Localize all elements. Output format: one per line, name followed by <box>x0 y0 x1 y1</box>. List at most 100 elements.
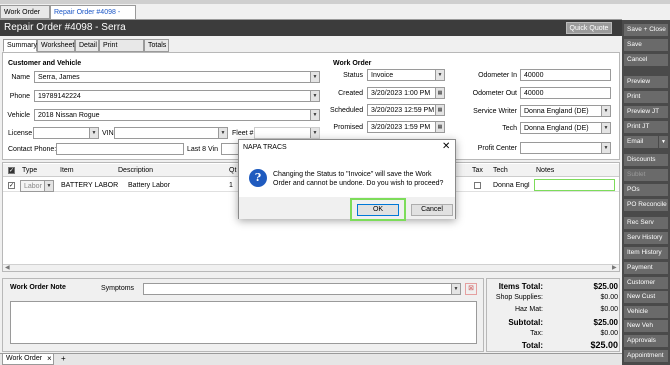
serv-history-button[interactable]: Serv History <box>624 232 668 244</box>
license-label: License <box>8 130 33 137</box>
appointment-button[interactable]: Appointment <box>624 350 668 362</box>
chevron-down-icon[interactable]: ▼ <box>89 128 98 138</box>
symptoms-select[interactable]: ▼ <box>143 283 461 295</box>
sublet-button[interactable]: Sublet <box>624 169 668 181</box>
chevron-down-icon[interactable]: ▼ <box>601 143 610 153</box>
close-icon[interactable]: ✕ <box>442 141 450 153</box>
new-cust-button[interactable]: New Cust <box>624 291 668 303</box>
vin-field[interactable]: ▼ <box>114 127 228 139</box>
shop-supplies-label: Shop Supplies: <box>495 294 543 301</box>
scheduled-field[interactable]: 3/20/2023 12:59 PM ▦ <box>367 104 445 116</box>
calendar-icon[interactable]: ▦ <box>435 88 444 98</box>
chevron-down-icon[interactable]: ▼ <box>601 106 610 116</box>
vehicle-button[interactable]: Vehicle <box>624 306 668 318</box>
tab-totals[interactable]: Totals <box>144 39 169 52</box>
new-veh-button[interactable]: New Veh <box>624 320 668 332</box>
row-tax-checkbox[interactable] <box>474 182 481 189</box>
tab-print-options[interactable]: Print Options <box>99 39 144 61</box>
chevron-down-icon[interactable]: ▼ <box>310 91 319 101</box>
col-tax[interactable]: Tax <box>472 165 483 176</box>
row-item: BATTERY LABOR <box>61 182 119 189</box>
chevron-down-icon[interactable]: ▼ <box>310 110 319 120</box>
discounts-button[interactable]: Discounts <box>624 154 668 166</box>
chevron-down-icon[interactable]: ▼ <box>451 284 460 294</box>
email-dropdown-icon[interactable]: ▼ <box>659 136 668 148</box>
horizontal-scrollbar[interactable] <box>3 264 619 271</box>
row-type-select[interactable]: Labor ▼ <box>20 180 54 192</box>
promised-value: 3/20/2023 1:59 PM <box>371 124 431 131</box>
odometer-in-field[interactable]: 40000 <box>520 69 611 81</box>
customer-button[interactable]: Customer <box>624 277 668 289</box>
tab-worksheet[interactable]: Worksheet <box>37 39 75 52</box>
col-type[interactable]: Type <box>22 165 37 176</box>
vehicle-label: Vehicle <box>7 112 30 119</box>
preview-jt-button[interactable]: Preview JT <box>624 106 668 118</box>
tab-summary[interactable]: Summary <box>3 39 37 52</box>
tab-work-order-label: Work Order <box>6 355 43 362</box>
status-value: Invoice <box>371 72 394 79</box>
contact-phone-field[interactable] <box>56 143 184 155</box>
print-jt-button[interactable]: Print JT <box>624 121 668 133</box>
email-button[interactable]: Email <box>624 136 658 148</box>
chevron-down-icon[interactable]: ▼ <box>218 128 227 138</box>
fleet-label: Fleet # <box>232 130 254 137</box>
cancel-dialog-button[interactable]: Cancel <box>411 204 453 216</box>
quick-quote-button[interactable]: Quick Quote <box>566 22 612 34</box>
chevron-down-icon[interactable]: ▼ <box>435 70 444 80</box>
print-button[interactable]: Print <box>624 91 668 103</box>
phone-value: 19789142224 <box>38 93 81 100</box>
close-tab-icon[interactable]: × <box>47 354 52 364</box>
col-item[interactable]: Item <box>60 165 74 176</box>
calendar-icon[interactable]: ▦ <box>435 105 444 115</box>
odometer-out-field[interactable]: 40000 <box>520 87 611 99</box>
promised-field[interactable]: 3/20/2023 1:59 PM ▦ <box>367 121 445 133</box>
calendar-icon[interactable]: ▦ <box>435 122 444 132</box>
note-textarea[interactable] <box>10 301 477 344</box>
scroll-right-icon[interactable]: ▶ <box>612 264 617 271</box>
vin-label: VIN <box>102 130 114 137</box>
chevron-down-icon[interactable]: ▼ <box>601 123 610 133</box>
scheduled-value: 3/20/2023 12:59 PM <box>371 107 435 114</box>
scroll-left-icon[interactable]: ◀ <box>5 264 10 271</box>
haz-mat-value: $0.00 <box>600 306 618 313</box>
payment-button[interactable]: Payment <box>624 262 668 274</box>
clear-icon[interactable]: ⊠ <box>465 283 477 295</box>
cancel-button[interactable]: Cancel <box>624 54 668 66</box>
col-qty[interactable]: Qt <box>229 165 236 176</box>
save-close-button[interactable]: Save + Close <box>624 24 668 36</box>
tab-work-order-list[interactable]: Work Order List <box>0 5 50 29</box>
tech-select[interactable]: Donna England (DE) ▼ <box>520 122 611 134</box>
col-notes[interactable]: Notes <box>536 165 554 176</box>
odometer-in-label: Odometer In <box>478 72 517 79</box>
select-all-checkbox[interactable]: ✓ <box>8 167 15 174</box>
status-select[interactable]: Invoice ▼ <box>367 69 445 81</box>
chevron-down-icon[interactable]: ▼ <box>44 181 53 191</box>
add-tab-icon[interactable]: + <box>61 354 66 364</box>
row-checkbox[interactable]: ✓ <box>8 182 15 189</box>
profit-center-select[interactable]: ▼ <box>520 142 611 154</box>
phone-field[interactable]: 19789142224 ▼ <box>34 90 320 102</box>
row-type: Labor <box>24 183 42 190</box>
fleet-field[interactable]: ▼ <box>254 127 320 139</box>
approvals-button[interactable]: Approvals <box>624 335 668 347</box>
name-field[interactable]: Serra, James ▼ <box>34 71 320 83</box>
po-reconcile-button[interactable]: PO Reconcile <box>624 199 668 211</box>
col-description[interactable]: Description <box>118 165 153 176</box>
tab-repair-order[interactable]: Repair Order #4098 - Serra <box>50 5 136 29</box>
save-button[interactable]: Save <box>624 39 668 51</box>
tab-detail[interactable]: Detail <box>75 39 99 52</box>
license-field[interactable]: ▼ <box>33 127 99 139</box>
item-history-button[interactable]: Item History <box>624 247 668 259</box>
rec-serv-button[interactable]: Rec Serv <box>624 217 668 229</box>
pos-button[interactable]: POs <box>624 184 668 196</box>
chevron-down-icon[interactable]: ▼ <box>310 128 319 138</box>
vehicle-field[interactable]: 2018 Nissan Rogue ▼ <box>34 109 320 121</box>
col-tech[interactable]: Tech <box>493 165 508 176</box>
ok-button[interactable]: OK <box>357 204 399 216</box>
created-field[interactable]: 3/20/2023 1:00 PM ▦ <box>367 87 445 99</box>
row-notes-field[interactable] <box>534 179 615 191</box>
preview-button[interactable]: Preview <box>624 76 668 88</box>
chevron-down-icon[interactable]: ▼ <box>310 72 319 82</box>
service-writer-select[interactable]: Donna England (DE) ▼ <box>520 105 611 117</box>
total-value: $25.00 <box>590 340 618 350</box>
